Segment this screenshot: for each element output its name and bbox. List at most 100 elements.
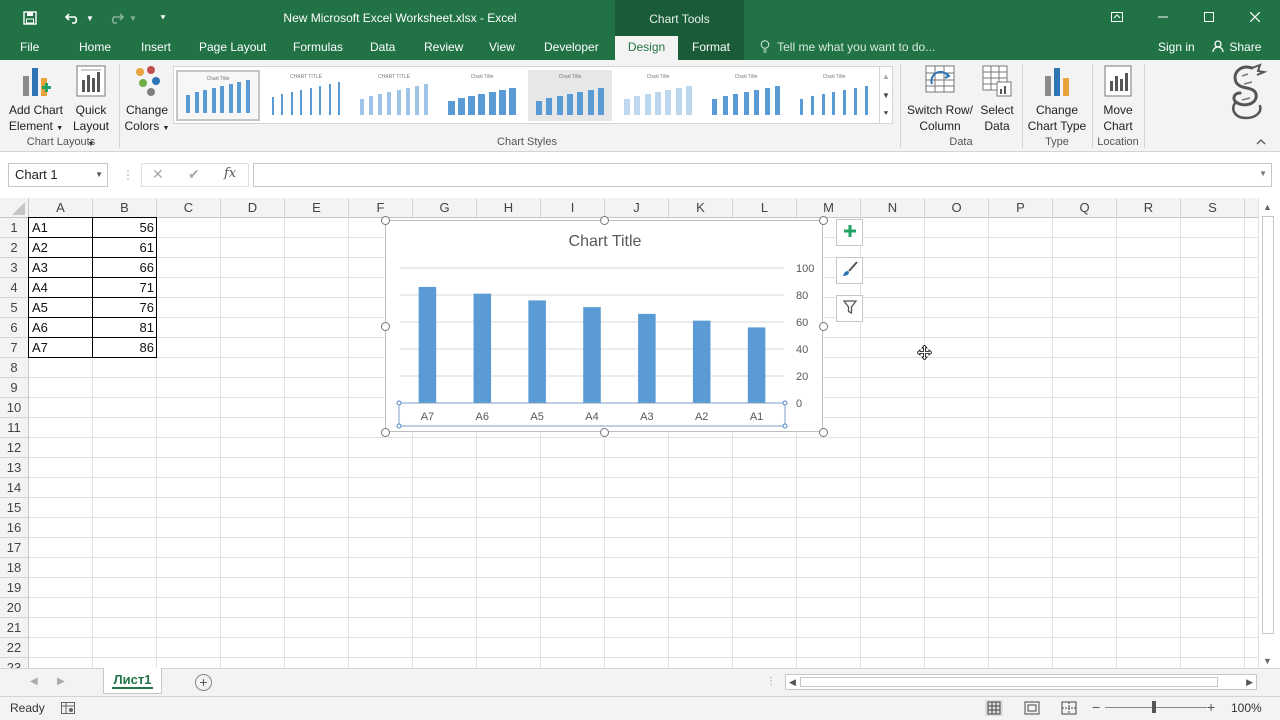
scroll-right-icon[interactable]: ▶ xyxy=(1246,677,1253,688)
tab-file[interactable]: File xyxy=(14,36,45,60)
chart-style-thumb-4[interactable]: Chart Title xyxy=(440,70,524,121)
column-header-q[interactable]: Q xyxy=(1053,198,1117,218)
new-sheet-button[interactable]: + xyxy=(195,674,212,691)
horizontal-scroll-thumb[interactable] xyxy=(800,677,1218,687)
cancel-x-icon[interactable]: ✕ xyxy=(152,166,164,183)
row-header-11[interactable]: 11 xyxy=(0,418,29,438)
zoom-slider[interactable] xyxy=(1105,707,1207,708)
column-header-n[interactable]: N xyxy=(861,198,925,218)
chart-resize-handle[interactable] xyxy=(600,428,609,437)
row-header-16[interactable]: 16 xyxy=(0,518,29,538)
row-header-9[interactable]: 9 xyxy=(0,378,29,398)
column-header-j[interactable]: J xyxy=(605,198,669,218)
chart-style-thumb-8[interactable]: Chart Title xyxy=(792,70,876,121)
row-header-7[interactable]: 7 xyxy=(0,338,29,358)
column-header-h[interactable]: H xyxy=(477,198,541,218)
column-header-e[interactable]: E xyxy=(285,198,349,218)
column-header-o[interactable]: O xyxy=(925,198,989,218)
cell-a2[interactable]: A2 xyxy=(29,238,93,258)
tab-split-grip[interactable]: ⋮ xyxy=(766,676,776,687)
zoom-out-icon[interactable]: − xyxy=(1092,699,1100,715)
gallery-more-icon[interactable]: ⯆ xyxy=(880,105,892,123)
cell-a1[interactable]: A1 xyxy=(29,218,93,238)
row-header-21[interactable]: 21 xyxy=(0,618,29,638)
chart-resize-handle[interactable] xyxy=(381,322,390,331)
cell-a4[interactable]: A4 xyxy=(29,278,93,298)
chart-resize-handle[interactable] xyxy=(819,322,828,331)
cell-a3[interactable]: A3 xyxy=(29,258,93,278)
gallery-scroll[interactable]: ▲ ▼ ⯆ xyxy=(879,66,893,124)
row-header-1[interactable]: 1 xyxy=(0,218,29,238)
page-layout-view-icon[interactable] xyxy=(1023,700,1041,716)
move-chart-button[interactable]: Move Chart xyxy=(1096,64,1140,134)
row-header-10[interactable]: 10 xyxy=(0,398,29,418)
add-chart-element-button[interactable]: Add Chart Element ▼ xyxy=(6,64,66,137)
row-header-23[interactable]: 23 xyxy=(0,658,29,668)
chart-style-thumb-7[interactable]: Chart Title xyxy=(704,70,788,121)
column-header-i[interactable]: I xyxy=(541,198,605,218)
tab-developer[interactable]: Developer xyxy=(538,36,605,60)
row-header-13[interactable]: 13 xyxy=(0,458,29,478)
tab-page-layout[interactable]: Page Layout xyxy=(193,36,272,60)
chart-object[interactable]: Chart Title 100 80 60 40 20 0 A7 A6 A5 A4 A3 A2 A1 xyxy=(385,220,823,432)
zoom-in-icon[interactable]: + xyxy=(1207,699,1215,715)
row-header-8[interactable]: 8 xyxy=(0,358,29,378)
change-colors-button[interactable]: Change Colors ▼ xyxy=(124,64,170,137)
chevron-down-icon[interactable]: ▼ xyxy=(95,164,103,186)
cell-b1[interactable]: 56 xyxy=(93,218,157,238)
column-header-r[interactable]: R xyxy=(1117,198,1181,218)
formula-bar-grip[interactable]: ⋮ xyxy=(122,168,134,182)
tab-data[interactable]: Data xyxy=(364,36,401,60)
chart-resize-handle[interactable] xyxy=(381,428,390,437)
tell-me-box[interactable]: Tell me what you want to do... xyxy=(760,36,935,60)
collapse-ribbon-icon[interactable] xyxy=(1256,136,1266,148)
chart-resize-handle[interactable] xyxy=(819,428,828,437)
chart-style-thumb-2[interactable]: CHART TITLE xyxy=(264,70,348,121)
cell-b3[interactable]: 66 xyxy=(93,258,157,278)
minimize-icon[interactable] xyxy=(1140,0,1186,34)
formula-input[interactable]: ▼ xyxy=(253,163,1272,187)
column-header-a[interactable]: A xyxy=(29,198,93,218)
column-header-f[interactable]: F xyxy=(349,198,413,218)
column-header-d[interactable]: D xyxy=(221,198,285,218)
change-chart-type-button[interactable]: Change Chart Type xyxy=(1026,64,1088,134)
vertical-scroll-thumb[interactable] xyxy=(1262,216,1274,634)
zoom-slider-thumb[interactable] xyxy=(1152,701,1156,713)
cell-b2[interactable]: 61 xyxy=(93,238,157,258)
scroll-up-icon[interactable]: ▲ xyxy=(1263,202,1272,212)
column-header-s[interactable]: S xyxy=(1181,198,1245,218)
cell-a5[interactable]: A5 xyxy=(29,298,93,318)
cell-b5[interactable]: 76 xyxy=(93,298,157,318)
share-button[interactable]: Share xyxy=(1212,36,1261,58)
cell-a7[interactable]: A7 xyxy=(29,338,93,358)
row-header-18[interactable]: 18 xyxy=(0,558,29,578)
name-box[interactable]: Chart 1 ▼ xyxy=(8,163,108,187)
vertical-scrollbar[interactable]: ▲ ▼ xyxy=(1258,198,1278,668)
switch-row-column-button[interactable]: Switch Row/ Column xyxy=(904,64,976,134)
row-header-6[interactable]: 6 xyxy=(0,318,29,338)
chart-style-thumb-5[interactable]: Chart Title xyxy=(528,70,612,121)
horizontal-scrollbar[interactable]: ◀ ▶ xyxy=(785,674,1257,690)
row-header-22[interactable]: 22 xyxy=(0,638,29,658)
row-header-20[interactable]: 20 xyxy=(0,598,29,618)
chart-style-thumb-3[interactable]: CHART TITLE xyxy=(352,70,436,121)
gallery-scroll-down-icon[interactable]: ▼ xyxy=(880,86,892,105)
tab-home[interactable]: Home xyxy=(73,36,117,60)
sign-in-link[interactable]: Sign in xyxy=(1158,36,1195,58)
chart-styles-gallery[interactable]: Chart Title CHART TITLE CHART TITLE Char… xyxy=(173,66,881,124)
maximize-icon[interactable] xyxy=(1186,0,1232,34)
column-header-k[interactable]: K xyxy=(669,198,733,218)
select-data-button[interactable]: Select Data xyxy=(978,64,1016,134)
row-header-2[interactable]: 2 xyxy=(0,238,29,258)
chart-filters-button[interactable] xyxy=(836,295,863,322)
chart-resize-handle[interactable] xyxy=(600,216,609,225)
select-all-corner[interactable] xyxy=(0,198,29,218)
normal-view-icon[interactable] xyxy=(985,700,1003,716)
cell-b6[interactable]: 81 xyxy=(93,318,157,338)
scroll-down-icon[interactable]: ▼ xyxy=(1263,656,1272,666)
chart-styles-button[interactable] xyxy=(836,257,863,284)
column-header-m[interactable]: M xyxy=(797,198,861,218)
scroll-left-icon[interactable]: ◀ xyxy=(789,677,796,688)
enter-check-icon[interactable]: ✔ xyxy=(188,166,200,183)
cell-b4[interactable]: 71 xyxy=(93,278,157,298)
